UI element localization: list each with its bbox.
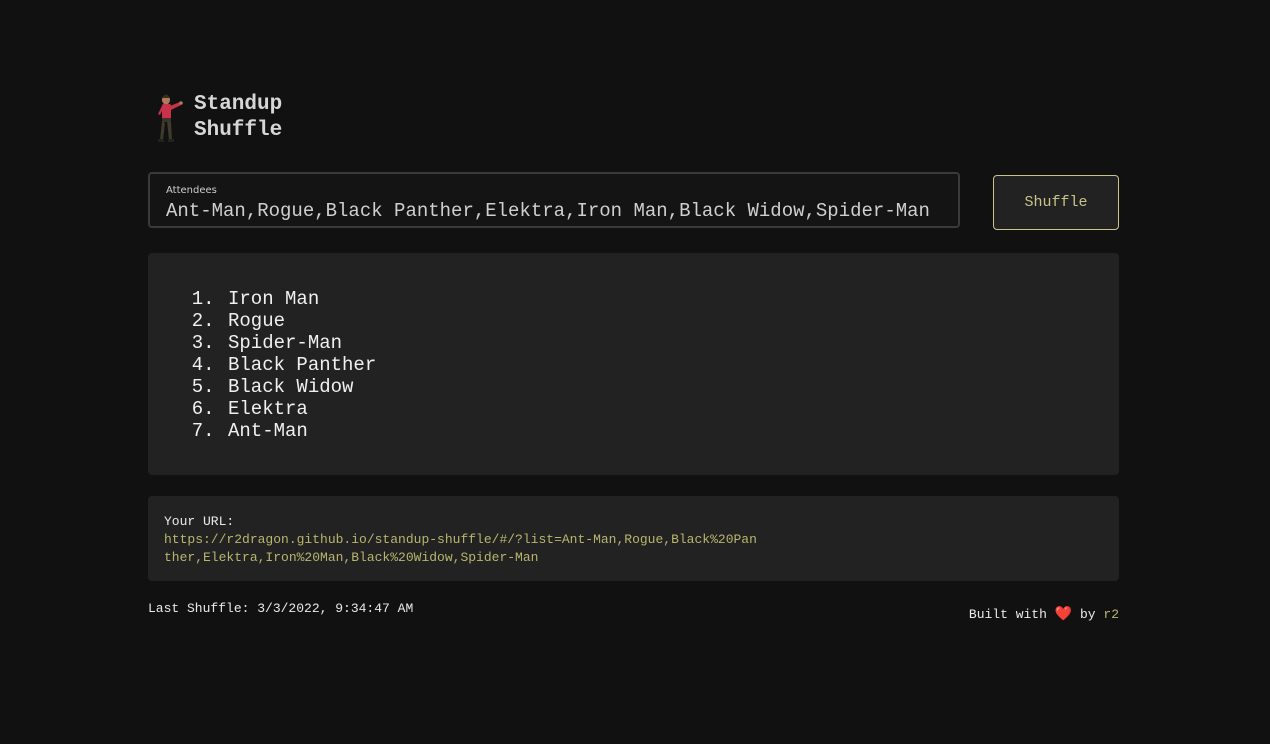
list-item: Rogue (226, 310, 376, 332)
share-url-link[interactable]: https://r2dragon.github.io/standup-shuff… (164, 531, 764, 567)
attendees-input[interactable] (166, 200, 946, 222)
shuffle-button[interactable]: Shuffle (993, 175, 1119, 230)
built-with-text: Built with (968, 607, 1047, 622)
app-title: Standup Shuffle (194, 92, 282, 144)
url-panel: Your URL: https://r2dragon.github.io/sta… (148, 496, 1119, 581)
by-text: by (1079, 607, 1096, 622)
last-shuffle-timestamp: Last Shuffle: 3/3/2022, 9:34:47 AM (148, 601, 414, 616)
app-title-line2: Shuffle (194, 119, 283, 142)
attendees-label: Attendees (166, 185, 217, 196)
app-header: Standup Shuffle (152, 92, 282, 144)
author-link[interactable]: r2 (1103, 607, 1119, 622)
dancing-man-icon (158, 94, 183, 142)
list-item: Black Widow (226, 376, 376, 398)
app-title-line1: Standup (194, 93, 283, 116)
url-label: Your URL: (164, 514, 235, 529)
list-item: Ant-Man (226, 420, 376, 442)
heart-icon: ❤️ (1054, 607, 1073, 623)
list-item: Black Panther (226, 354, 376, 376)
list-item: Spider-Man (226, 332, 376, 354)
shuffled-order-panel: Iron Man Rogue Spider-Man Black Panther … (148, 253, 1119, 475)
list-item: Iron Man (226, 288, 376, 310)
list-item: Elektra (226, 398, 376, 420)
attendees-field[interactable]: Attendees (148, 172, 960, 228)
shuffled-order-list: Iron Man Rogue Spider-Man Black Panther … (226, 288, 376, 442)
footer-credit: Built with ❤️ by r2 (969, 606, 1119, 623)
